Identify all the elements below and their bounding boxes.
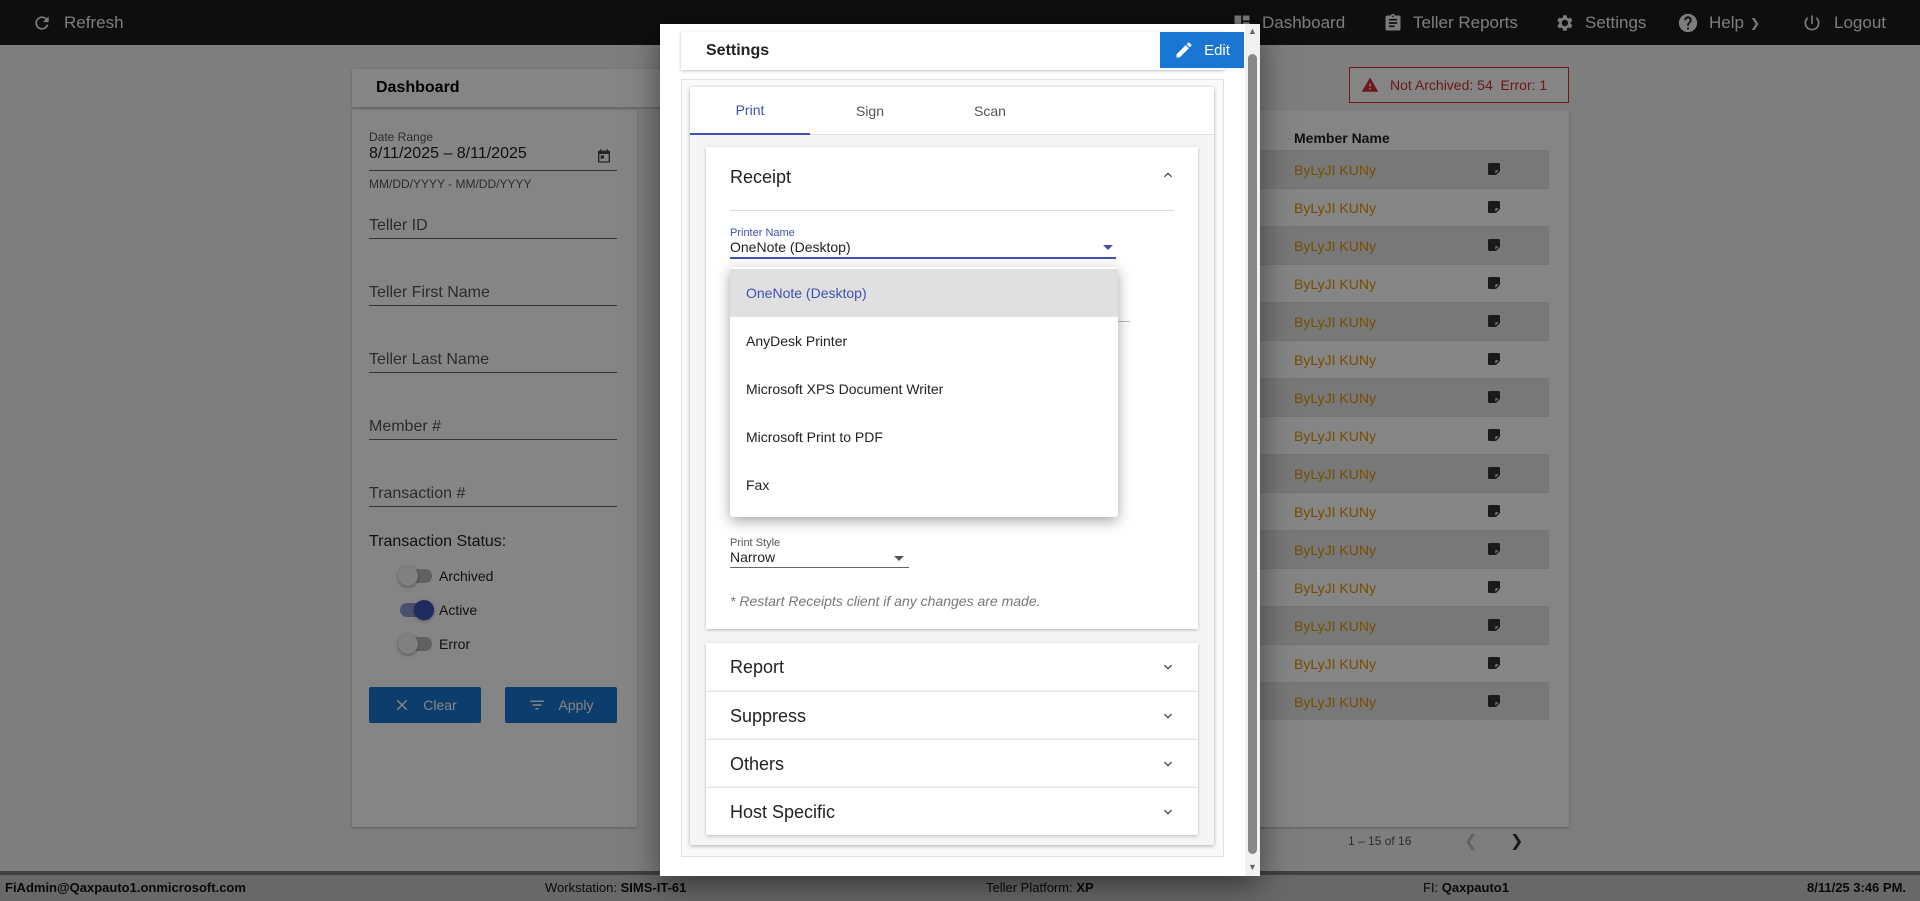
printer-option[interactable]: Fax [730, 461, 1118, 509]
printer-name-label: Printer Name [730, 227, 795, 239]
modal-scrollbar[interactable]: ▲ ▼ [1245, 24, 1260, 876]
settings-header: Settings Edit [681, 32, 1244, 70]
scroll-up-icon[interactable]: ▲ [1248, 26, 1257, 36]
printer-dropdown-menu: OneNote (Desktop) AnyDesk Printer Micros… [730, 267, 1118, 517]
scrollbar-thumb[interactable] [1248, 54, 1257, 854]
receipt-divider [730, 210, 1174, 211]
edit-label: Edit [1204, 41, 1230, 59]
print-style-label: Print Style [730, 537, 781, 549]
receipt-title[interactable]: Receipt [730, 167, 791, 188]
host-specific-title: Host Specific [730, 802, 836, 822]
hidden-field-underline [1116, 321, 1130, 322]
others-panel[interactable]: Others [706, 739, 1198, 787]
pencil-icon [1176, 42, 1192, 58]
chevron-down-icon [1160, 708, 1176, 729]
dropdown-arrow-icon[interactable] [894, 556, 904, 561]
chevron-down-icon [1160, 659, 1176, 680]
printer-option[interactable]: Microsoft Print to PDF [730, 413, 1118, 461]
host-specific-panel[interactable]: Host Specific [706, 787, 1198, 835]
printer-option[interactable]: OneNote (Desktop) [730, 269, 1118, 317]
print-style-select[interactable]: Narrow [730, 549, 775, 565]
chevron-up-icon[interactable] [1160, 167, 1176, 188]
tab-print[interactable]: Print [690, 87, 810, 135]
scroll-down-icon[interactable]: ▼ [1248, 862, 1257, 872]
suppress-panel[interactable]: Suppress [706, 691, 1198, 739]
tab-scan[interactable]: Scan [930, 87, 1050, 135]
printer-name-underline [730, 257, 1116, 259]
printer-name-select[interactable]: OneNote (Desktop) [730, 239, 851, 255]
tab-sign[interactable]: Sign [810, 87, 930, 135]
dropdown-arrow-icon[interactable] [1103, 245, 1113, 250]
suppress-title: Suppress [730, 706, 807, 726]
settings-tabs: Print Sign Scan [690, 87, 1214, 135]
edit-button[interactable]: Edit [1160, 32, 1244, 68]
chevron-down-icon [1160, 756, 1176, 777]
others-title: Others [730, 754, 785, 774]
print-style-underline [730, 567, 909, 568]
restart-note: * Restart Receipts client if any changes… [730, 593, 1041, 609]
printer-option[interactable]: AnyDesk Printer [730, 317, 1118, 365]
settings-title: Settings [706, 42, 770, 59]
printer-option[interactable]: Microsoft XPS Document Writer [730, 365, 1118, 413]
report-title: Report [730, 657, 785, 677]
chevron-down-icon [1160, 804, 1176, 825]
report-panel[interactable]: Report [706, 643, 1198, 691]
